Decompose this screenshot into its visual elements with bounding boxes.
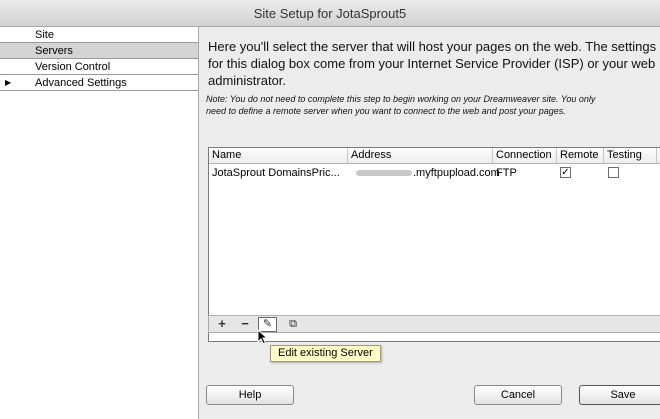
server-name-cell: JotaSprout DomainsPric... xyxy=(212,167,340,179)
remove-server-button[interactable]: − xyxy=(234,316,256,332)
column-header-name[interactable]: Name xyxy=(209,148,348,163)
edit-server-tooltip: Edit existing Server xyxy=(270,345,381,362)
cancel-button[interactable]: Cancel xyxy=(474,385,562,405)
window-title: Site Setup for JotaSprout5 xyxy=(0,0,660,27)
help-button[interactable]: Help xyxy=(206,385,294,405)
column-header-connection[interactable]: Connection xyxy=(493,148,557,163)
note-line: need to define a remote server when you … xyxy=(206,106,566,116)
note-line: Note: You do not need to complete this s… xyxy=(206,94,596,104)
redacted-host xyxy=(356,170,412,177)
duplicate-server-button[interactable]: ⧉ xyxy=(282,316,304,332)
sidebar-item-label: Version Control xyxy=(35,61,111,73)
column-header-remote[interactable]: Remote xyxy=(557,148,604,163)
add-server-button[interactable]: + xyxy=(211,316,233,332)
server-connection-cell: FTP xyxy=(496,167,517,179)
note-text: Note: You do not need to complete this s… xyxy=(206,93,660,117)
server-address-cell: .myftpupload.com xyxy=(353,164,500,182)
testing-checkbox[interactable] xyxy=(608,167,619,178)
sidebar: Site Servers Version Control ▶ Advanced … xyxy=(0,27,199,419)
table-row[interactable]: JotaSprout DomainsPric... .myftpupload.c… xyxy=(209,164,660,182)
disclosure-triangle-icon[interactable]: ▶ xyxy=(5,75,11,91)
mouse-pointer-icon xyxy=(257,329,269,345)
save-button[interactable]: Save xyxy=(579,385,660,405)
servers-panel: Here you'll select the server that will … xyxy=(200,27,660,419)
sidebar-item-advanced-settings[interactable]: ▶ Advanced Settings xyxy=(0,75,198,91)
site-setup-dialog: Site Setup for JotaSprout5 Site Servers … xyxy=(0,0,660,419)
sidebar-item-servers[interactable]: Servers xyxy=(0,43,198,59)
sidebar-item-site[interactable]: Site xyxy=(0,27,198,43)
servers-table: Name Address Connection Remote Testing J… xyxy=(208,147,660,342)
intro-text: Here you'll select the server that will … xyxy=(208,39,657,88)
sidebar-item-label: Advanced Settings xyxy=(35,77,127,89)
table-header: Name Address Connection Remote Testing xyxy=(209,148,660,164)
server-address-text: .myftpupload.com xyxy=(413,167,500,179)
server-toolbar: + − ✎ ⧉ xyxy=(208,315,660,333)
sidebar-item-label: Servers xyxy=(35,45,73,57)
column-header-address[interactable]: Address xyxy=(348,148,493,163)
duplicate-icon: ⧉ xyxy=(289,318,297,330)
sidebar-item-version-control[interactable]: Version Control xyxy=(0,59,198,75)
sidebar-item-label: Site xyxy=(35,29,54,41)
remote-checkbox[interactable]: ✓ xyxy=(560,167,571,178)
column-header-testing[interactable]: Testing xyxy=(604,148,657,163)
